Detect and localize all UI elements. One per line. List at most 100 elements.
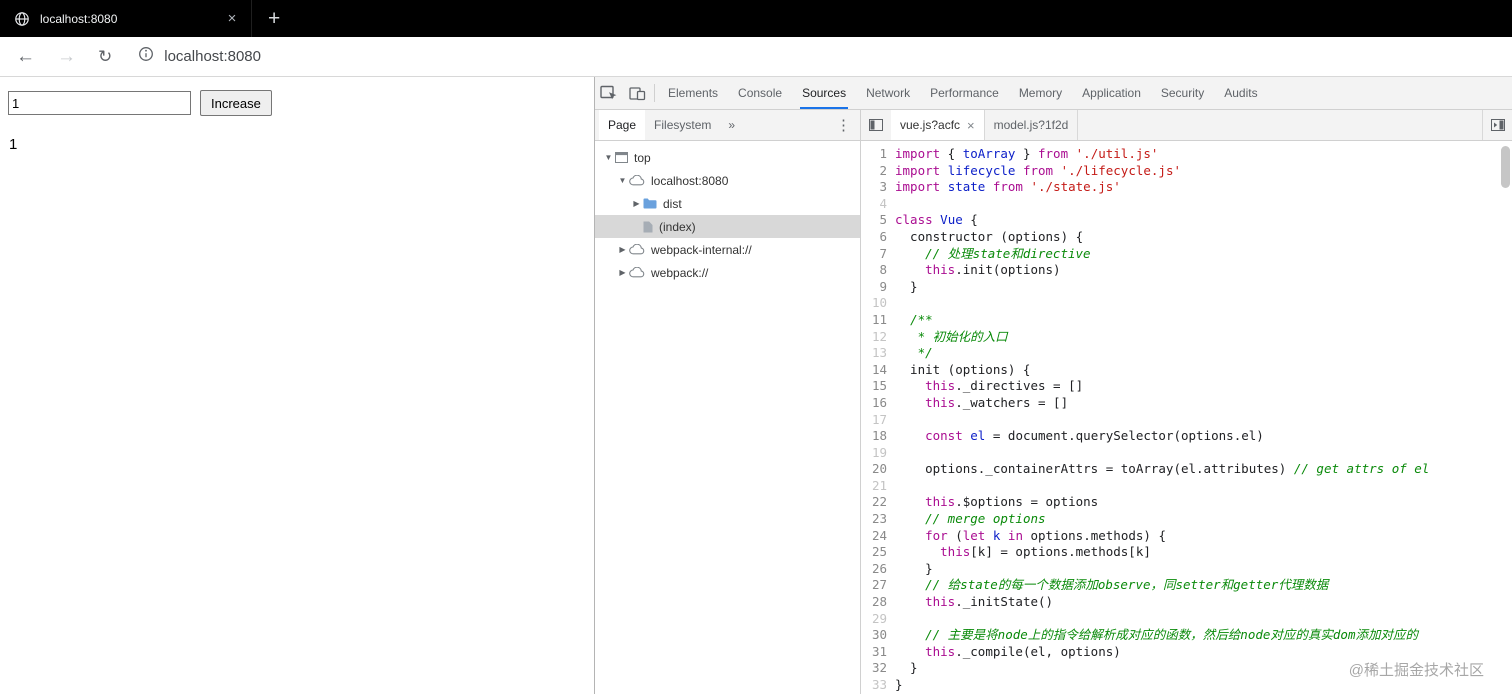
line-number[interactable]: 25 xyxy=(861,544,887,561)
editor-tab-vue-js-acfc[interactable]: vue.js?acfc × xyxy=(891,110,985,140)
editor-tab-model-js-1f2d[interactable]: model.js?1f2d xyxy=(985,110,1079,140)
browser-tab[interactable]: localhost:8080 × xyxy=(0,0,252,37)
devtools-panel: Elements Console Sources Network Performance… xyxy=(594,77,1512,694)
forward-button-icon[interactable]: → xyxy=(57,47,76,66)
code-content: import { toArray } from './util.js' impor… xyxy=(895,146,1512,694)
line-number[interactable]: 13 xyxy=(861,345,887,362)
line-number[interactable]: 7 xyxy=(861,246,887,263)
line-number[interactable]: 12 xyxy=(861,329,887,346)
address-text[interactable]: localhost:8080 xyxy=(164,48,261,65)
devtools-tab-audits[interactable]: Audits xyxy=(1214,77,1267,109)
line-number[interactable]: 17 xyxy=(861,412,887,429)
line-number[interactable]: 24 xyxy=(861,528,887,545)
chevron-expanded-icon[interactable]: ▼ xyxy=(602,153,615,162)
line-number[interactable]: 26 xyxy=(861,561,887,578)
line-number[interactable]: 28 xyxy=(861,594,887,611)
code-editor[interactable]: 1 2 3 4 5 6 7 8 9 10 11 12 13 14 15 16 17 18 19 20 21 22 23 24 2… xyxy=(861,141,1512,694)
line-number[interactable]: 6 xyxy=(861,229,887,246)
line-number[interactable]: 27 xyxy=(861,577,887,594)
code-line: this._initState() xyxy=(925,594,1054,610)
devtools-tab-elements[interactable]: Elements xyxy=(658,77,728,109)
source-editor: vue.js?acfc × model.js?1f2d 1 2 3 4 5 6 7 8 9 10 11 1… xyxy=(861,110,1512,694)
code-line: /** xyxy=(910,311,933,327)
counter-input[interactable] xyxy=(8,91,191,115)
line-number[interactable]: 4 xyxy=(861,196,887,213)
tree-item-index[interactable]: (index) xyxy=(595,215,860,238)
line-number[interactable]: 33 xyxy=(861,677,887,694)
line-number[interactable]: 18 xyxy=(861,428,887,445)
code-line: } xyxy=(895,560,933,576)
editor-tab-close-icon[interactable]: × xyxy=(967,118,975,133)
tree-item-webpack-internal[interactable]: ▶ webpack-internal:// xyxy=(595,238,860,261)
toggle-navigator-icon[interactable] xyxy=(861,110,891,140)
line-number[interactable]: 31 xyxy=(861,644,887,661)
line-number[interactable]: 29 xyxy=(861,611,887,628)
line-number[interactable]: 9 xyxy=(861,279,887,296)
tree-item-webpack[interactable]: ▶ webpack:// xyxy=(595,261,860,284)
tree-item-top[interactable]: ▼ top xyxy=(595,146,860,169)
line-number[interactable]: 20 xyxy=(861,461,887,478)
line-number[interactable]: 11 xyxy=(861,312,887,329)
line-number[interactable]: 2 xyxy=(861,163,887,180)
chevron-collapsed-icon[interactable]: ▶ xyxy=(616,245,629,254)
line-number[interactable]: 23 xyxy=(861,511,887,528)
chevron-expanded-icon[interactable]: ▼ xyxy=(616,176,629,185)
devtools-tab-network[interactable]: Network xyxy=(856,77,920,109)
code-line: options._containerAttrs = toArray(el.att… xyxy=(895,461,1430,477)
chevron-collapsed-icon[interactable]: ▶ xyxy=(630,199,643,208)
chevron-collapsed-icon[interactable]: ▶ xyxy=(616,268,629,277)
address-bar[interactable]: localhost:8080 xyxy=(138,46,261,67)
inspect-element-icon[interactable] xyxy=(595,80,623,106)
line-number[interactable]: 14 xyxy=(861,362,887,379)
line-number[interactable]: 32 xyxy=(861,660,887,677)
reload-button-icon[interactable]: ↻ xyxy=(98,48,112,65)
navigator-menu-icon[interactable]: ⋮ xyxy=(836,116,851,134)
toggle-debugger-sidebar-icon[interactable] xyxy=(1482,110,1512,140)
sources-navigator: Page Filesystem » ⋮ ▼ top ▼ localhost:8080 ▶ d… xyxy=(595,110,861,694)
file-tree: ▼ top ▼ localhost:8080 ▶ dist (index) ▶ webpack-… xyxy=(595,141,860,694)
editor-scrollbar[interactable] xyxy=(1501,146,1510,188)
line-number[interactable]: 10 xyxy=(861,295,887,312)
navigator-tab-bar: Page Filesystem xyxy=(599,110,720,140)
tree-item-label: (index) xyxy=(659,219,696,234)
increase-button[interactable]: Increase xyxy=(200,90,272,116)
more-tabs-icon[interactable]: » xyxy=(720,118,743,132)
tree-item-localhost-8080[interactable]: ▼ localhost:8080 xyxy=(595,169,860,192)
tree-item-dist[interactable]: ▶ dist xyxy=(595,192,860,215)
code-line: // 给state的每一个数据添加observe，同setter和getter代… xyxy=(925,577,1329,593)
line-number[interactable]: 19 xyxy=(861,445,887,462)
line-number[interactable]: 8 xyxy=(861,262,887,279)
browser-tab-strip: localhost:8080 × + xyxy=(0,0,1512,37)
toolbar-separator xyxy=(654,84,655,102)
line-number[interactable]: 30 xyxy=(861,627,887,644)
devtools-tab-bar: Elements Console Sources Network Performance… xyxy=(658,77,1268,109)
devtools-tab-performance[interactable]: Performance xyxy=(920,77,1009,109)
devtools-tab-console[interactable]: Console xyxy=(728,77,792,109)
editor-tab-label: model.js?1f2d xyxy=(993,118,1069,132)
page-info-icon[interactable] xyxy=(138,46,154,67)
device-toolbar-icon[interactable] xyxy=(623,80,651,106)
devtools-tab-application[interactable]: Application xyxy=(1072,77,1151,109)
new-tab-button[interactable]: + xyxy=(268,8,280,29)
line-number[interactable]: 21 xyxy=(861,478,887,495)
navigator-tab-page[interactable]: Page xyxy=(599,110,646,140)
line-number[interactable]: 1 xyxy=(861,146,887,163)
back-button-icon[interactable]: ← xyxy=(16,47,35,66)
tree-item-label: webpack-internal:// xyxy=(651,242,752,257)
line-number[interactable]: 16 xyxy=(861,395,887,412)
navigator-tab-filesystem[interactable]: Filesystem xyxy=(645,110,720,140)
line-number[interactable]: 22 xyxy=(861,494,887,511)
code-line: const el = document.querySelector(option… xyxy=(925,428,1264,444)
devtools-tab-security[interactable]: Security xyxy=(1151,77,1214,109)
tree-item-label: top xyxy=(634,150,651,165)
line-number[interactable]: 5 xyxy=(861,212,887,229)
devtools-tab-memory[interactable]: Memory xyxy=(1009,77,1072,109)
line-number[interactable]: 3 xyxy=(861,179,887,196)
file-icon xyxy=(643,221,653,233)
tab-close-icon[interactable]: × xyxy=(223,10,241,27)
devtools-tab-sources[interactable]: Sources xyxy=(792,77,856,109)
line-number[interactable]: 15 xyxy=(861,378,887,395)
